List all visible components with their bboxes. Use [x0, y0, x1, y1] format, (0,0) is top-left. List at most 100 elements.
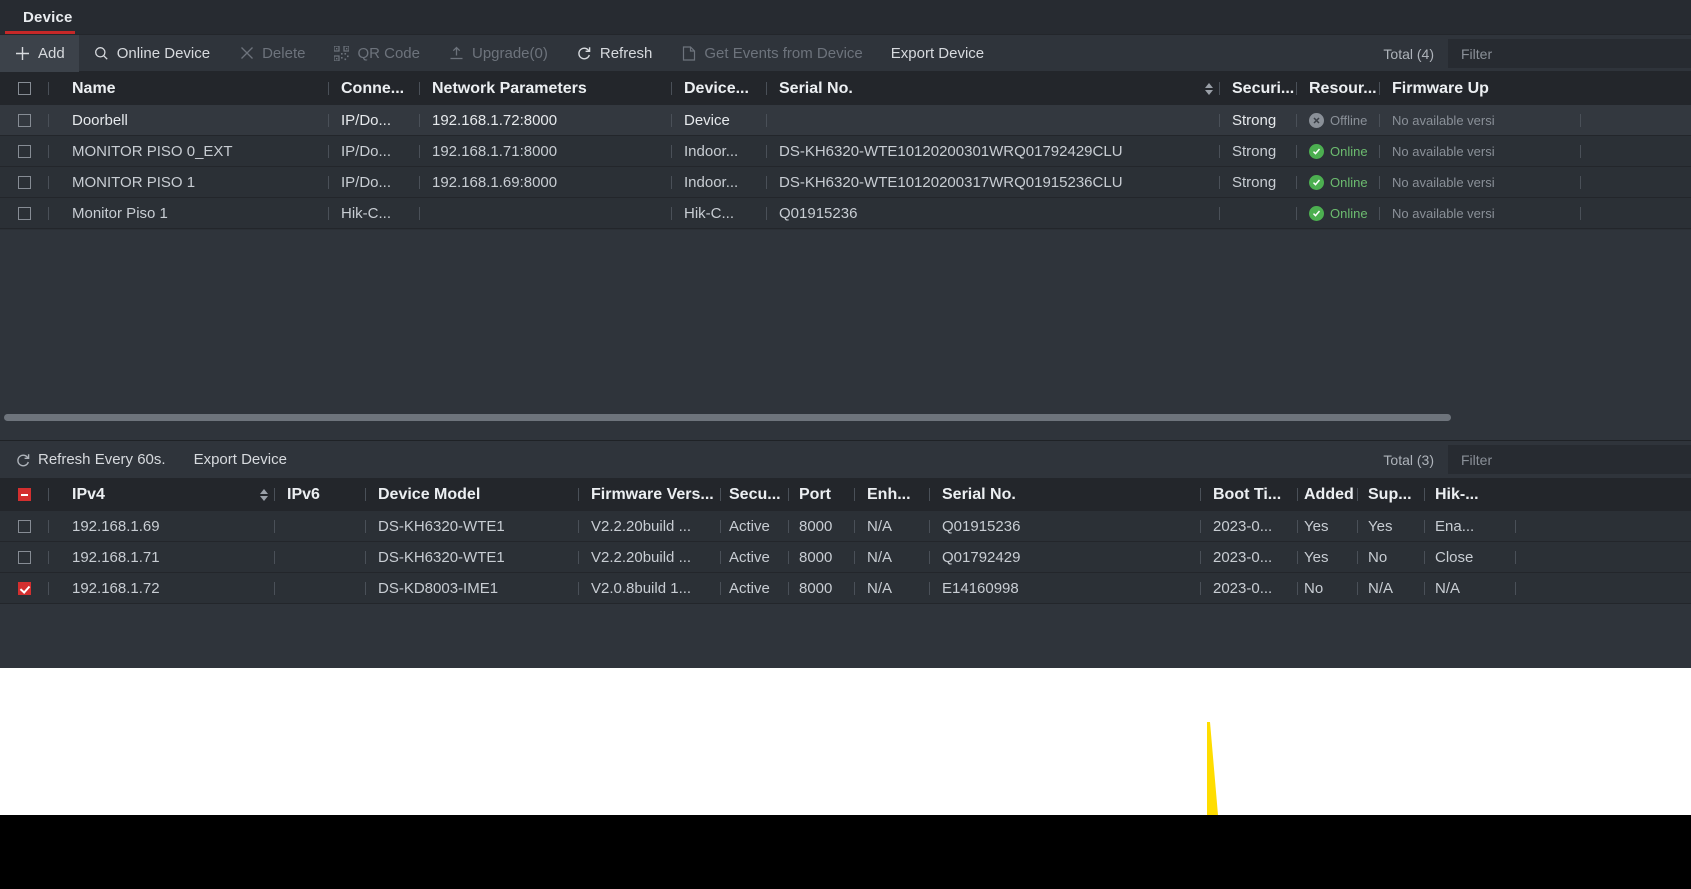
row-checkbox[interactable] — [18, 145, 31, 158]
row-checkbox-cell[interactable] — [0, 145, 48, 158]
get-events-button[interactable]: Get Events from Device — [666, 35, 876, 72]
sort-arrows-icon[interactable] — [1205, 83, 1213, 95]
online-column-support[interactable]: Sup... — [1358, 478, 1424, 511]
row-checkbox[interactable] — [18, 114, 31, 127]
select-all-checkbox[interactable] — [18, 82, 31, 95]
sort-arrows-icon[interactable] — [260, 489, 268, 501]
online-device-button[interactable]: Online Device — [79, 35, 224, 72]
online-column-port[interactable]: Port — [789, 478, 854, 511]
row-checkbox[interactable] — [18, 176, 31, 189]
export-device-button-label: Export Device — [891, 45, 984, 62]
table-row[interactable]: MONITOR PISO 0_EXTIP/Do...192.168.1.71:8… — [0, 136, 1691, 167]
online-header-checkbox-cell[interactable] — [0, 478, 48, 511]
online-column-serial[interactable]: Serial No. — [930, 478, 1200, 511]
device-filter-input[interactable]: Filter — [1448, 39, 1691, 68]
device-column-security[interactable]: Securi... — [1220, 72, 1296, 105]
column-divider — [274, 551, 275, 564]
device-column-network[interactable]: Network Parameters — [420, 72, 671, 105]
device-column-firmware-label: Firmware Up — [1392, 80, 1489, 98]
online-export-device-button[interactable]: Export Device — [180, 441, 301, 478]
online-port-cell: 8000 — [789, 518, 854, 535]
add-button[interactable]: Add — [0, 35, 79, 72]
device-column-serial[interactable]: Serial No. — [767, 72, 1219, 105]
table-row[interactable]: 192.168.1.72DS-KD8003-IME1V2.0.8build 1.… — [0, 573, 1691, 604]
online-table-body: 192.168.1.69DS-KH6320-WTE1V2.2.20build .… — [0, 511, 1691, 604]
table-row[interactable]: 192.168.1.69DS-KH6320-WTE1V2.2.20build .… — [0, 511, 1691, 542]
online-column-model[interactable]: Device Model — [366, 478, 578, 511]
device-column-security-label: Securi... — [1232, 80, 1294, 98]
online-model-cell: DS-KH6320-WTE1 — [366, 518, 578, 535]
row-checkbox-cell[interactable] — [0, 551, 48, 564]
online-column-boot-time[interactable]: Boot Ti... — [1201, 478, 1297, 511]
online-column-ipv6[interactable]: IPv6 — [275, 478, 365, 511]
online-boot_time-cell: 2023-0... — [1201, 580, 1297, 597]
online-hik_connect-cell: N/A — [1425, 580, 1515, 597]
tab-device[interactable]: Device — [5, 0, 91, 35]
device-serial-cell: Q01915236 — [767, 205, 1219, 222]
device-network-cell: 192.168.1.71:8000 — [420, 143, 671, 160]
row-checkbox[interactable] — [18, 582, 31, 595]
device-column-resource[interactable]: Resour... — [1297, 72, 1379, 105]
status-label: Online — [1330, 175, 1368, 190]
table-row[interactable]: DoorbellIP/Do...192.168.1.72:8000DeviceS… — [0, 105, 1691, 136]
online-filter-input[interactable]: Filter — [1448, 445, 1691, 474]
row-checkbox-cell[interactable] — [0, 582, 48, 595]
device-header-checkbox-cell[interactable] — [0, 72, 48, 105]
online-ipv4-cell: 192.168.1.71 — [49, 549, 274, 566]
device-name-cell: Monitor Piso 1 — [49, 205, 328, 222]
row-checkbox[interactable] — [18, 207, 31, 220]
device-column-resource-label: Resour... — [1309, 80, 1377, 98]
row-checkbox-cell[interactable] — [0, 176, 48, 189]
delete-button[interactable]: Delete — [224, 35, 319, 72]
online-column-hik-connect-label: Hik-... — [1435, 486, 1479, 504]
toolbar-right-group: Total (4) Filter — [1383, 35, 1691, 72]
online-select-all-checkbox[interactable] — [18, 488, 31, 501]
online-column-firmware[interactable]: Firmware Vers... — [579, 478, 720, 511]
device-column-name[interactable]: Name — [49, 72, 328, 105]
close-icon — [238, 45, 255, 62]
online-column-ipv4[interactable]: IPv4 — [49, 478, 274, 511]
online-column-security[interactable]: Secu... — [721, 478, 788, 511]
device-hscrollbar-thumb[interactable] — [4, 414, 1451, 421]
online-enhanced-cell: N/A — [855, 549, 929, 566]
export-device-button[interactable]: Export Device — [877, 35, 998, 72]
device-device_type-cell: Hik-C... — [672, 205, 766, 222]
status-label: Offline — [1330, 113, 1367, 128]
online-column-added[interactable]: Added — [1298, 478, 1357, 511]
device-table-hscrollbar[interactable] — [0, 413, 1691, 422]
online-column-enhanced[interactable]: Enh... — [855, 478, 929, 511]
table-row[interactable]: Monitor Piso 1Hik-C...Hik-C...Q01915236O… — [0, 198, 1691, 229]
device-column-name-label: Name — [72, 80, 116, 98]
online-column-hik-connect[interactable]: Hik-... — [1425, 478, 1515, 511]
row-checkbox-cell[interactable] — [0, 114, 48, 127]
refresh-button[interactable]: Refresh — [562, 35, 667, 72]
delete-button-label: Delete — [262, 45, 305, 62]
table-row[interactable]: MONITOR PISO 1IP/Do...192.168.1.69:8000I… — [0, 167, 1691, 198]
online-ipv4-cell: 192.168.1.72 — [49, 580, 274, 597]
column-divider — [274, 520, 275, 533]
table-row[interactable]: 192.168.1.71DS-KH6320-WTE1V2.2.20build .… — [0, 542, 1691, 573]
device-status-cell: Online — [1297, 144, 1379, 159]
row-checkbox[interactable] — [18, 551, 31, 564]
online-toolbar-right-group: Total (3) Filter — [1383, 441, 1691, 478]
online-export-device-label: Export Device — [194, 451, 287, 468]
device-column-network-label: Network Parameters — [432, 80, 587, 98]
screen-bottom-bar — [0, 815, 1691, 889]
auto-refresh-button[interactable]: Refresh Every 60s. — [0, 441, 180, 478]
refresh-icon — [14, 451, 31, 468]
device-column-firmware[interactable]: Firmware Up — [1380, 72, 1580, 105]
device-column-connection[interactable]: Conne... — [329, 72, 419, 105]
device-connection-cell: IP/Do... — [329, 112, 419, 129]
row-checkbox-cell[interactable] — [0, 207, 48, 220]
online-serial-cell: Q01915236 — [930, 518, 1200, 535]
device-column-device-type[interactable]: Device... — [672, 72, 766, 105]
row-checkbox-cell[interactable] — [0, 520, 48, 533]
device-network-cell: 192.168.1.69:8000 — [420, 174, 671, 191]
online-filter-placeholder: Filter — [1461, 452, 1492, 468]
online-hik_connect-cell: Ena... — [1425, 518, 1515, 535]
online-boot_time-cell: 2023-0... — [1201, 549, 1297, 566]
row-checkbox[interactable] — [18, 520, 31, 533]
qr-code-button[interactable]: QR Code — [319, 35, 434, 72]
status-badge: Online — [1309, 206, 1368, 221]
upgrade-button[interactable]: Upgrade(0) — [434, 35, 562, 72]
